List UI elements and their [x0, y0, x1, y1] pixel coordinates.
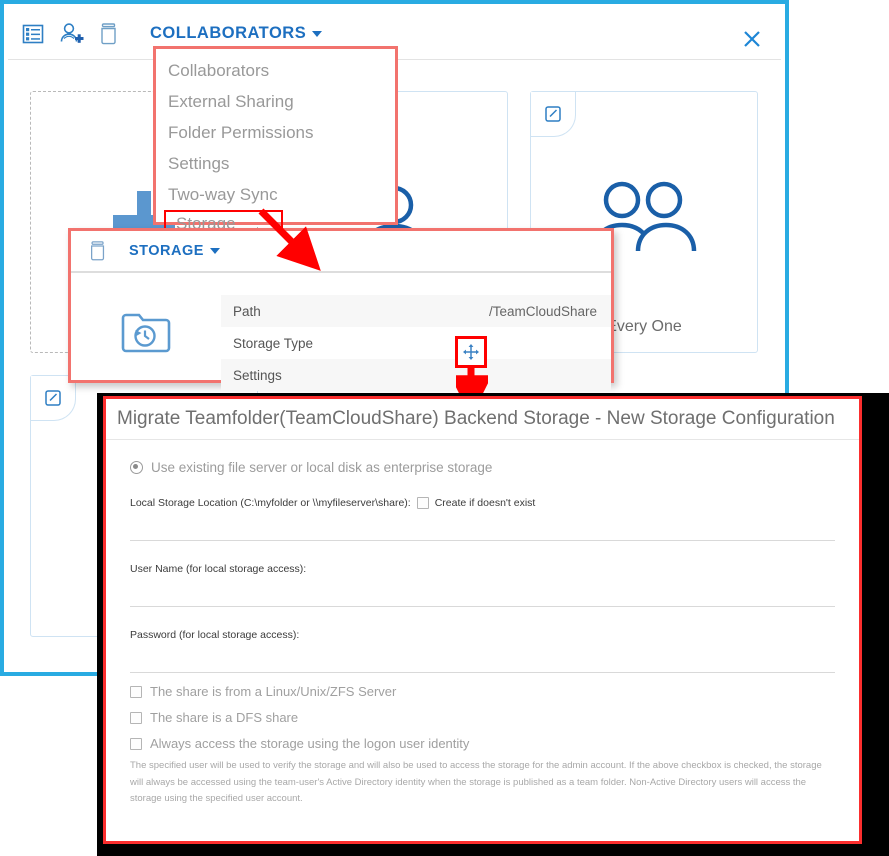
local-storage-location-input[interactable]	[130, 509, 835, 541]
menu-item-collaborators[interactable]: Collaborators	[156, 55, 395, 86]
menu-item-folder-permissions[interactable]: Folder Permissions	[156, 117, 395, 148]
create-if-not-exist-label: Create if doesn't exist	[434, 497, 536, 509]
checkbox-logon-user-identity[interactable]: Always access the storage using the logo…	[130, 736, 835, 751]
user-name-input[interactable]	[130, 575, 835, 607]
field-label-user-name: User Name (for local storage access):	[130, 563, 307, 575]
storage-folder-icon-wrap	[71, 295, 221, 391]
dfs-checkbox-box	[130, 711, 142, 724]
dialog-help-text: The specified user will be used to verif…	[130, 760, 822, 805]
field-password: Password (for local storage access):	[130, 629, 835, 673]
create-if-not-exist-checkbox[interactable]	[416, 497, 429, 509]
chevron-down-icon	[312, 30, 323, 37]
delete-icon[interactable]	[83, 236, 113, 266]
menu-item-settings[interactable]: Settings	[156, 148, 395, 179]
toolbar-title-text: COLLABORATORS	[150, 24, 307, 42]
checkbox-dfs-share[interactable]: The share is a DFS share	[130, 710, 835, 725]
linux-zfs-checkbox-box	[130, 685, 142, 698]
radio-use-local-storage[interactable]: Use existing file server or local disk a…	[130, 460, 835, 475]
migrate-move-icon-highlight[interactable]	[455, 336, 487, 368]
storage-title-text: STORAGE	[129, 243, 204, 259]
logon-identity-checkbox-box	[130, 737, 142, 750]
card-corner-everyone[interactable]	[531, 92, 576, 137]
toolbar-collaborators-title[interactable]: COLLABORATORS	[150, 24, 323, 43]
edit-icon	[45, 390, 61, 406]
menu-item-two-way-sync[interactable]: Two-way Sync	[156, 179, 395, 210]
storage-panel-body: Path /TeamCloudShare Storage Type Settin…	[71, 273, 611, 391]
add-user-icon[interactable]	[56, 19, 86, 49]
close-icon[interactable]	[739, 26, 765, 52]
field-label-password: Password (for local storage access):	[130, 629, 300, 641]
storage-properties-table: Path /TeamCloudShare Storage Type Settin…	[221, 295, 611, 391]
storage-panel-header: STORAGE	[71, 231, 611, 273]
storage-panel: STORAGE Path /TeamCloudShare Storage Typ…	[68, 228, 614, 391]
dialog-body: Use existing file server or local disk a…	[106, 440, 859, 841]
field-label-local-storage-location: Local Storage Location (C:\myfolder or \…	[130, 497, 835, 509]
logon-identity-label: Always access the storage using the logo…	[150, 736, 470, 751]
delete-icon[interactable]	[94, 19, 124, 49]
row-label: Storage Type	[233, 335, 314, 351]
password-input[interactable]	[130, 641, 835, 673]
menu-item-external-sharing[interactable]: External Sharing	[156, 86, 395, 117]
list-view-icon[interactable]	[18, 19, 48, 49]
field-local-storage-location: Local Storage Location (C:\myfolder or \…	[130, 497, 835, 541]
chevron-down-icon	[209, 248, 220, 254]
field-user-name: User Name (for local storage access):	[130, 563, 835, 607]
table-row[interactable]: Path /TeamCloudShare	[221, 295, 611, 327]
row-label: Path	[233, 303, 261, 319]
folder-history-icon	[121, 313, 171, 353]
collaborators-dropdown-menu[interactable]: Collaborators External Sharing Folder Pe…	[153, 46, 398, 238]
dialog-title: Migrate Teamfolder(TeamCloudShare) Backe…	[106, 399, 859, 440]
label-text: Local Storage Location (C:\myfolder or \…	[130, 497, 411, 509]
table-row[interactable]: Storage Type	[221, 327, 611, 359]
radio-local-indicator	[130, 461, 143, 474]
edit-icon	[545, 106, 561, 122]
row-value: /TeamCloudShare	[488, 303, 597, 319]
table-row[interactable]: Settings	[221, 359, 611, 391]
migrate-move-icon	[463, 344, 479, 360]
storage-panel-title[interactable]: STORAGE	[129, 243, 220, 259]
checkbox-linux-zfs-share[interactable]: The share is from a Linux/Unix/ZFS Serve…	[130, 684, 835, 699]
radio-local-label: Use existing file server or local disk a…	[151, 460, 493, 475]
dfs-label: The share is a DFS share	[150, 710, 299, 725]
row-label: Settings	[233, 367, 282, 383]
migrate-storage-dialog: Migrate Teamfolder(TeamCloudShare) Backe…	[103, 396, 862, 844]
linux-zfs-label: The share is from a Linux/Unix/ZFS Serve…	[150, 684, 397, 699]
